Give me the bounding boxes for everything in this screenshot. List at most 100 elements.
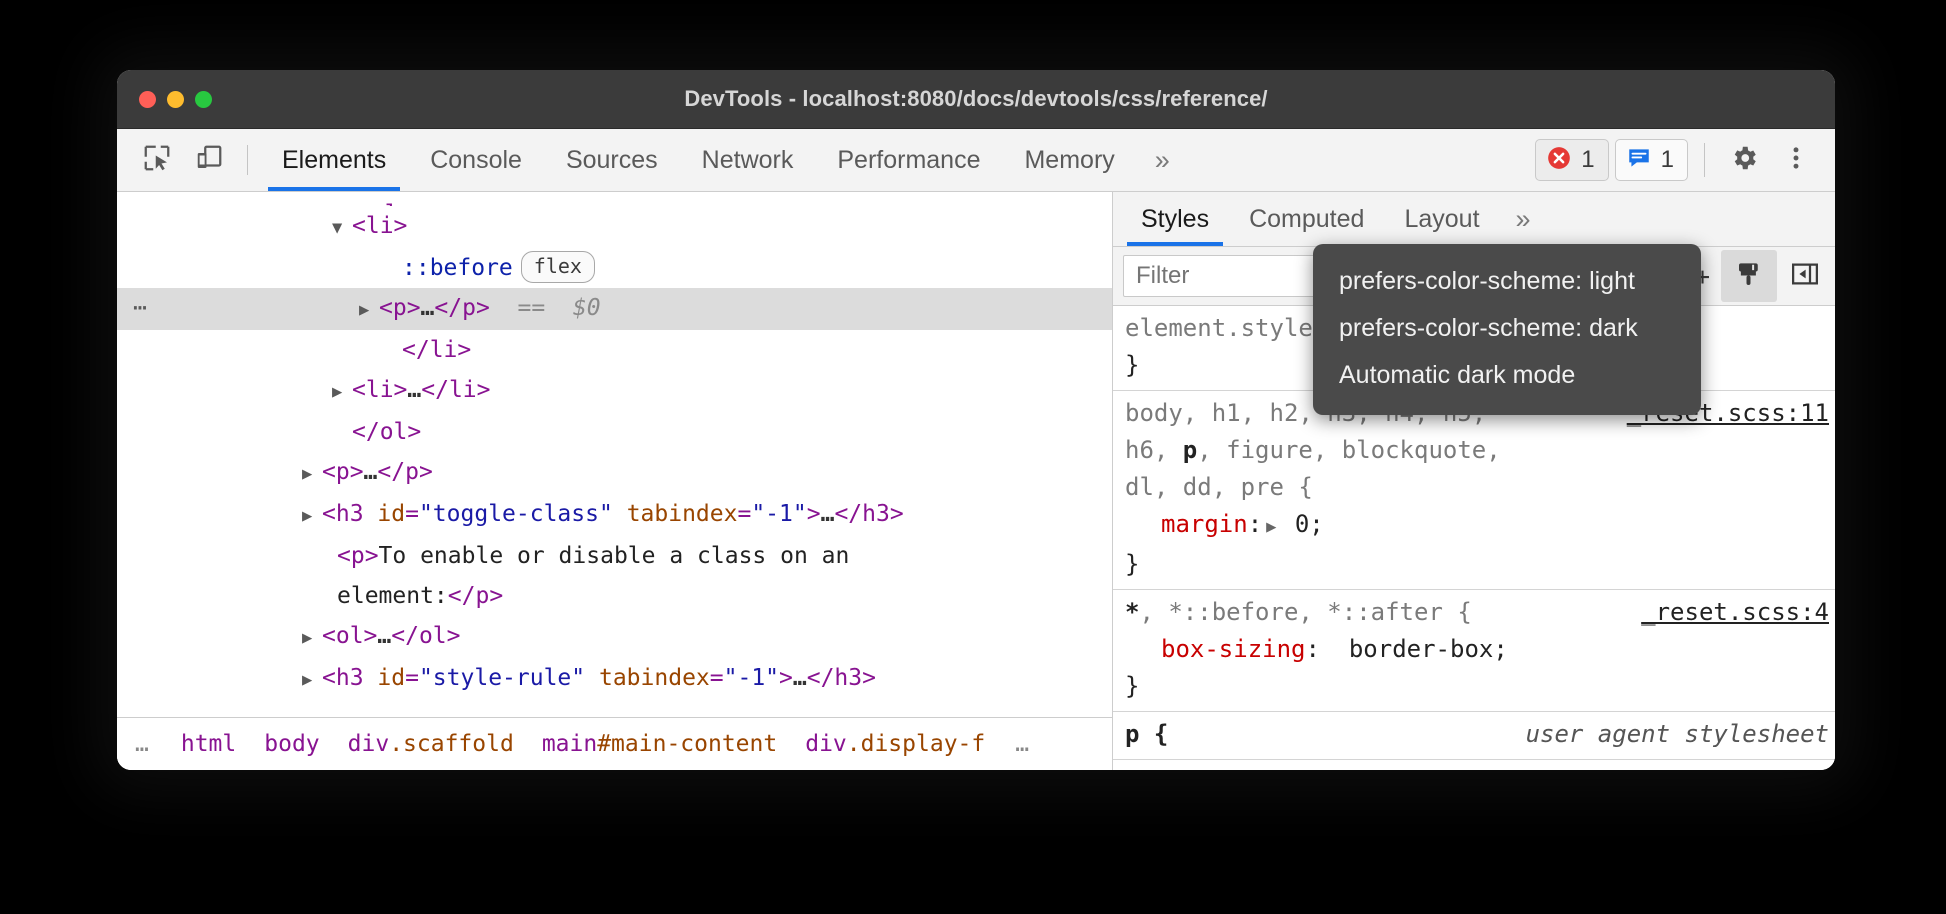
dom-segment: </ol> [391, 623, 460, 649]
dom-segment: </li> [421, 377, 490, 403]
minimize-window-button[interactable] [167, 91, 184, 108]
rendering-emulation-button[interactable] [1721, 250, 1777, 302]
color-scheme-emulation-menu[interactable]: prefers-color-scheme: light prefers-colo… [1313, 244, 1701, 415]
title-bar: DevTools - localhost:8080/docs/devtools/… [117, 70, 1835, 129]
css-property-value[interactable]: border-box; [1334, 635, 1507, 663]
dom-segment: "-1" [751, 501, 806, 527]
breadcrumb-tag: body [264, 731, 319, 757]
css-rule-close-brace: } [1113, 546, 1835, 583]
css-declaration[interactable]: margin:▶ 0; [1113, 506, 1835, 546]
dom-segment: "style-rule" [419, 665, 585, 691]
dom-tree[interactable]: <ol><li>::beforeflex⋯<p>…</p> == $0</li>… [117, 192, 1112, 717]
tab-elements[interactable]: Elements [260, 129, 408, 191]
breadcrumb-item[interactable]: body [250, 731, 333, 757]
breadcrumb-item[interactable]: div.display-f [791, 731, 999, 757]
tab-performance[interactable]: Performance [815, 129, 1002, 191]
breadcrumb-item[interactable]: main#main-content [528, 731, 791, 757]
message-bubble-icon [1626, 145, 1652, 176]
css-selector[interactable]: *, *::before, *::after { [1125, 594, 1472, 631]
triangle-right-icon[interactable] [302, 496, 322, 536]
dom-tree-row[interactable]: <h3 id="style-rule" tabindex="-1">…</h3> [117, 658, 1112, 700]
dom-tree-row[interactable]: </ol> [117, 412, 1112, 452]
more-styles-tabs-button[interactable]: » [1500, 192, 1547, 246]
tab-network[interactable]: Network [680, 129, 816, 191]
breadcrumb: … html body div.scaffoldmain#main-contentd… [117, 717, 1112, 770]
css-rule-block[interactable]: *, *::before, *::after {_reset.scss:4box… [1113, 590, 1835, 712]
triangle-down-icon[interactable] [332, 208, 352, 248]
dom-segment: </h3> [834, 501, 903, 527]
triangle-right-icon[interactable] [359, 290, 379, 330]
tab-layout[interactable]: Layout [1384, 192, 1499, 246]
dom-segment: </h3> [807, 665, 876, 691]
breadcrumb-overflow-right[interactable]: … [999, 731, 1047, 757]
message-count: 1 [1661, 146, 1674, 174]
device-toolbar-icon [194, 143, 224, 178]
tab-computed[interactable]: Computed [1229, 192, 1384, 246]
triangle-right-icon[interactable] [302, 660, 322, 700]
more-panels-button[interactable]: » [1137, 129, 1188, 191]
css-selector[interactable]: element.style { [1125, 310, 1342, 347]
triangle-right-icon[interactable] [332, 372, 352, 412]
css-property-name[interactable]: margin [1161, 510, 1248, 538]
settings-button[interactable] [1721, 137, 1767, 183]
css-selector[interactable]: p { [1125, 716, 1168, 753]
css-selector-match: p [1183, 436, 1197, 464]
flex-badge[interactable]: flex [521, 251, 595, 283]
breadcrumb-item[interactable]: html [167, 731, 250, 757]
chevron-double-right-icon: » [1155, 145, 1170, 176]
css-rule-block[interactable]: p {user agent stylesheet [1113, 712, 1835, 760]
tab-styles-label: Styles [1141, 205, 1209, 234]
css-property-name[interactable]: box-sizing [1161, 635, 1306, 663]
dom-segment [613, 501, 627, 527]
elements-panel: <ol><li>::beforeflex⋯<p>…</p> == $0</li>… [117, 192, 1113, 770]
dom-tree-row[interactable]: element:</p> [117, 576, 1112, 616]
dom-row-content: <li> [127, 206, 407, 248]
dom-tree-row[interactable]: </li> [117, 330, 1112, 370]
dom-segment: </p> [448, 583, 503, 609]
dom-segment: id [377, 501, 405, 527]
css-origin-link[interactable]: _reset.scss:4 [1641, 594, 1829, 631]
toggle-sidebar-button[interactable] [1777, 250, 1833, 302]
dom-tree-row[interactable]: <p>…</p> [117, 452, 1112, 494]
menu-item-automatic-dark[interactable]: Automatic dark mode [1313, 352, 1701, 399]
triangle-right-icon[interactable] [302, 454, 322, 494]
menu-item-prefers-dark[interactable]: prefers-color-scheme: dark [1313, 305, 1701, 352]
dom-tree-row[interactable]: <p>To enable or disable a class on an [117, 536, 1112, 576]
dom-tree-row[interactable]: <ol> [117, 194, 1112, 206]
message-count-badge[interactable]: 1 [1615, 139, 1688, 181]
css-rule-block[interactable]: body, h1, h2, h3, h4, h5,h6, p, figure, … [1113, 391, 1835, 590]
css-property-value[interactable]: 0; [1280, 510, 1323, 538]
dom-tree-row[interactable]: <h3 id="toggle-class" tabindex="-1">…</h… [117, 494, 1112, 536]
close-window-button[interactable] [139, 91, 156, 108]
breadcrumb-overflow-left[interactable]: … [119, 731, 167, 757]
css-rule-close-brace: } [1113, 668, 1835, 705]
error-count-badge[interactable]: 1 [1535, 139, 1608, 181]
dom-tree-row[interactable]: <li> [117, 206, 1112, 248]
css-declaration[interactable]: box-sizing: border-box; [1113, 631, 1835, 668]
dom-tree-row[interactable]: ⋯<p>…</p> == $0 [117, 288, 1112, 330]
device-toolbar-button[interactable] [183, 129, 235, 191]
tab-console[interactable]: Console [408, 129, 544, 191]
breadcrumb-item-list: html body div.scaffoldmain#main-contentdiv… [167, 731, 999, 757]
triangle-right-icon[interactable] [302, 618, 322, 658]
breadcrumb-item[interactable]: div.scaffold [334, 731, 528, 757]
dom-segment: </p> [434, 295, 489, 321]
dom-segment: element: [337, 583, 448, 609]
more-options-button[interactable] [1773, 137, 1819, 183]
expand-shorthand-icon[interactable]: ▶ [1262, 509, 1280, 546]
maximize-window-button[interactable] [195, 91, 212, 108]
inspect-element-button[interactable] [131, 129, 183, 191]
devtools-body: <ol><li>::beforeflex⋯<p>…</p> == $0</li>… [117, 192, 1835, 770]
dom-segment: tabindex [599, 665, 710, 691]
tab-memory[interactable]: Memory [1002, 129, 1136, 191]
dom-tree-row[interactable]: <ol>…</ol> [117, 616, 1112, 658]
dom-segment: = [405, 501, 419, 527]
tab-sources[interactable]: Sources [544, 129, 680, 191]
menu-item-prefers-light[interactable]: prefers-color-scheme: light [1313, 258, 1701, 305]
dom-tree-row[interactable]: <li>…</li> [117, 370, 1112, 412]
dom-row-options-icon[interactable]: ⋯ [133, 288, 149, 328]
tab-styles[interactable]: Styles [1121, 192, 1229, 246]
dom-segment: > [779, 665, 793, 691]
dom-tree-row[interactable]: ::beforeflex [117, 248, 1112, 288]
dom-segment: <h3 [322, 665, 377, 691]
